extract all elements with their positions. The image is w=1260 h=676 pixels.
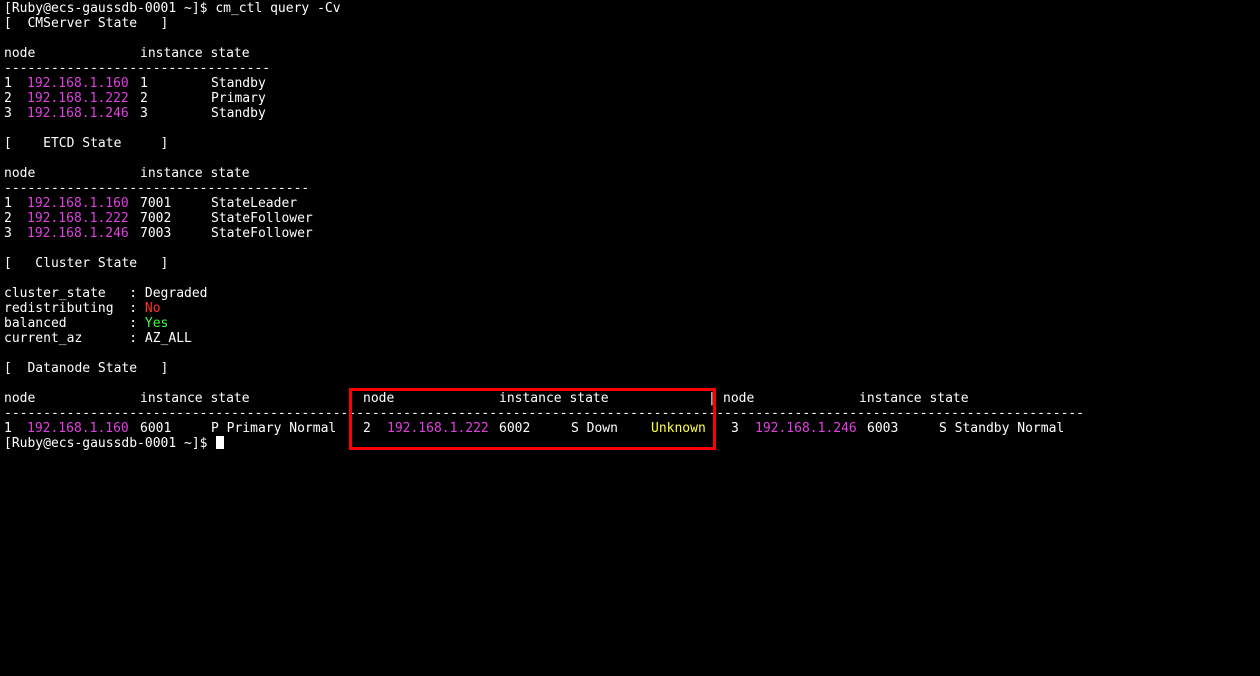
row-ip: 192.168.1.160: [27, 76, 129, 91]
cluster-state-line: cluster_state : Degraded: [4, 286, 208, 301]
redistributing-key: redistributing :: [4, 301, 145, 316]
row-num: 1: [4, 421, 12, 436]
row-instance: 7001: [140, 196, 172, 211]
etcd-rule: ---------------------------------------: [4, 181, 310, 196]
table-row: 1 192.168.1.160 1 Standby: [4, 76, 266, 91]
terminal-window[interactable]: [Ruby@ecs-gaussdb-0001 ~]$ cm_ctl query …: [0, 0, 1260, 461]
datanode-heading: [ Datanode State ]: [4, 361, 169, 376]
current-az-line: current_az : AZ_ALL: [4, 331, 192, 346]
current-az-value: AZ_ALL: [144, 331, 192, 346]
row-num: 2: [4, 91, 12, 106]
row-ip: 192.168.1.222: [27, 211, 129, 226]
row-num: 3: [4, 106, 12, 121]
cursor: [216, 436, 225, 449]
redistributing-value: No: [144, 301, 161, 316]
row-num: 3: [731, 421, 739, 436]
cmserver-header-row: node instance state: [4, 46, 250, 61]
prompt-text: [Ruby@ecs-gaussdb-0001 ~]$: [4, 436, 216, 451]
row-ip: 192.168.1.246: [27, 106, 129, 121]
row-ip: 192.168.1.222: [27, 91, 129, 106]
current-az-key: current_az :: [4, 331, 145, 346]
row-num: 3: [4, 226, 12, 241]
row-state: StateFollower: [211, 211, 313, 226]
col-instance-state: instance state: [859, 391, 969, 406]
col-node: node: [4, 46, 36, 61]
row-instance: 3: [140, 106, 148, 121]
col-node: node: [4, 391, 36, 406]
row-num: 1: [4, 76, 12, 91]
row-state: StateLeader: [211, 196, 298, 211]
cluster-heading: [ Cluster State ]: [4, 256, 169, 271]
command-line: [Ruby@ecs-gaussdb-0001 ~]$ cm_ctl query …: [4, 1, 341, 16]
row-instance: 2: [140, 91, 148, 106]
table-row: 2 192.168.1.222 2 Primary: [4, 91, 266, 106]
row-instance: 6003: [867, 421, 899, 436]
row-instance: 7002: [140, 211, 172, 226]
table-row: 2 192.168.1.222 7002 StateFollower: [4, 211, 313, 226]
etcd-heading: [ ETCD State ]: [4, 136, 169, 151]
row-state: Primary: [211, 91, 266, 106]
row-ip: 192.168.1.246: [755, 421, 857, 436]
highlight-box: [349, 388, 716, 450]
prompt-line[interactable]: [Ruby@ecs-gaussdb-0001 ~]$: [4, 436, 225, 451]
row-state: StateFollower: [211, 226, 313, 241]
table-row: 3 192.168.1.246 7003 StateFollower: [4, 226, 313, 241]
col-node: node: [4, 166, 36, 181]
table-row: 1 192.168.1.160 7001 StateLeader: [4, 196, 297, 211]
row-num: 1: [4, 196, 12, 211]
row-state: S Standby Normal: [939, 421, 1065, 436]
redistributing-line: redistributing : No: [4, 301, 161, 316]
cmserver-rule: ----------------------------------: [4, 61, 271, 76]
col-instance-state: instance state: [140, 166, 250, 181]
table-row: 3 192.168.1.246 3 Standby: [4, 106, 266, 121]
row-state: P Primary Normal: [211, 421, 337, 436]
cluster-state-value: Degraded: [144, 286, 208, 301]
row-ip: 192.168.1.160: [27, 421, 129, 436]
cluster-state-key: cluster_state :: [4, 286, 145, 301]
command-text: [Ruby@ecs-gaussdb-0001 ~]$ cm_ctl query …: [4, 1, 341, 16]
balanced-value: Yes: [144, 316, 169, 331]
row-state: Standby: [211, 76, 266, 91]
row-ip: 192.168.1.246: [27, 226, 129, 241]
balanced-key: balanced :: [4, 316, 145, 331]
row-instance: 1: [140, 76, 148, 91]
etcd-header-row: node instance state: [4, 166, 250, 181]
col-instance-state: instance state: [140, 391, 250, 406]
row-ip: 192.168.1.160: [27, 196, 129, 211]
cmserver-heading: [ CMServer State ]: [4, 16, 169, 31]
row-num: 2: [4, 211, 12, 226]
row-instance: 7003: [140, 226, 172, 241]
row-instance: 6001: [140, 421, 172, 436]
row-state: Standby: [211, 106, 266, 121]
balanced-line: balanced : Yes: [4, 316, 168, 331]
col-instance-state: instance state: [140, 46, 250, 61]
col-node: node: [723, 391, 755, 406]
